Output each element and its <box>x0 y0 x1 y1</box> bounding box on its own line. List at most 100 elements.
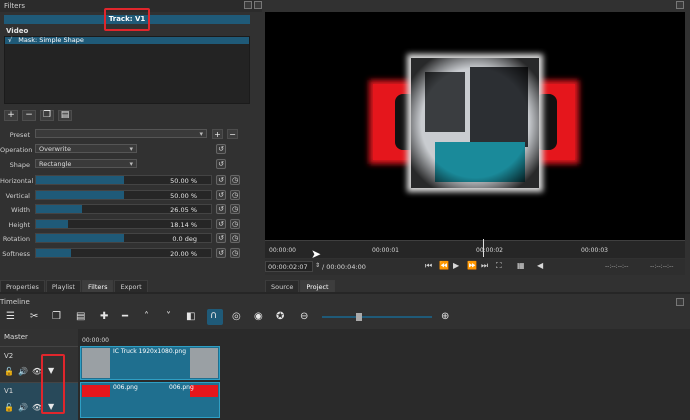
rewind-icon[interactable]: ⏪ <box>439 261 449 270</box>
snap-button[interactable]: ∩ <box>207 309 223 325</box>
menu-icon[interactable]: ☰ <box>6 311 15 322</box>
zoom-in-icon[interactable]: ⊕ <box>441 311 449 322</box>
remove-filter-button[interactable]: − <box>22 110 36 121</box>
ruler-tick-1: 00:00:01 <box>372 247 399 254</box>
track-header-v1[interactable]: V1 🔓 🔊 👁 ▼ <box>0 382 78 420</box>
param-row: Vertical 50.00 % ↺ ◷ <box>0 189 262 201</box>
reset-icon[interactable]: ↺ <box>216 204 226 214</box>
ripple-icon[interactable]: ◉ <box>254 311 263 322</box>
reset-icon[interactable]: ↺ <box>216 233 226 243</box>
reset-icon[interactable]: ↺ <box>216 218 226 229</box>
timeline-toolbar: ☰ ✂ ❐ ▤ ✚ ━ ˄ ˅ ◧ ∩ ◎ ◉ ✪ ⊖ ⊕ <box>0 307 690 327</box>
skip-start-icon[interactable]: ⏮ <box>425 261 432 271</box>
viewer-window-buttons <box>676 1 690 9</box>
track-header-v2[interactable]: V2 🔓 🔊 👁 ▼ <box>0 346 78 382</box>
reset-icon[interactable]: ↺ <box>216 159 226 169</box>
ruler-playhead[interactable] <box>483 239 484 257</box>
fast-forward-icon[interactable]: ⏩ <box>467 261 477 270</box>
ruler-tick-3: 00:00:03 <box>581 247 608 254</box>
paste-filter-button[interactable]: ▤ <box>58 110 72 121</box>
split-icon[interactable]: ◧ <box>186 311 195 322</box>
keyframe-icon[interactable]: ◷ <box>230 189 240 200</box>
param-row: Height 18.14 % ↺ ◷ <box>0 218 262 230</box>
param-slider[interactable]: 50.00 % <box>35 189 212 200</box>
mute-icon[interactable]: 🔊 <box>18 403 28 412</box>
grid-icon[interactable]: ▦ <box>517 261 525 270</box>
param-label: Height <box>8 220 31 229</box>
track-name-v2: V2 <box>4 352 14 360</box>
viewer-ruler[interactable]: 00:00:00 00:00:01 00:00:02 00:00:03 ➤ <box>265 239 685 261</box>
float-icon[interactable] <box>676 298 684 306</box>
filter-list[interactable]: √ Mask: Simple Shape <box>4 36 250 104</box>
param-row: Width 26.05 % ↺ ◷ <box>0 204 262 215</box>
save-preset-button[interactable]: + <box>212 129 223 139</box>
zoom-fit-icon[interactable]: ⛶ <box>496 261 502 271</box>
cut-icon[interactable]: ✂ <box>30 311 38 322</box>
append-icon[interactable]: ✚ <box>100 311 108 322</box>
timeline-time: 00:00:00 <box>82 337 109 344</box>
copy-filter-button[interactable]: ❐ <box>40 110 54 121</box>
float-icon[interactable] <box>676 1 684 9</box>
param-fill <box>36 190 124 199</box>
param-value: 20.00 % <box>170 249 197 258</box>
track-name-v1: V1 <box>4 387 14 395</box>
param-value: 26.05 % <box>170 206 197 214</box>
clip-v1[interactable]: 006.png 006.png <box>80 382 220 418</box>
mute-icon[interactable]: 🔊 <box>18 367 28 376</box>
paste-icon[interactable]: ▤ <box>76 311 85 322</box>
current-time-field[interactable]: 00:00:02:07 <box>265 261 313 272</box>
zoom-out-icon[interactable]: ⊖ <box>300 311 308 322</box>
time-stepper[interactable]: ⇕ <box>315 262 320 269</box>
zoom-slider[interactable] <box>322 316 432 318</box>
keyframe-icon[interactable]: ◷ <box>230 233 240 243</box>
filter-checkbox[interactable]: √ <box>8 36 12 44</box>
timeline-title: Timeline <box>0 298 30 306</box>
shape-dropdown[interactable]: Rectangle <box>35 159 137 168</box>
delete-preset-button[interactable]: − <box>227 129 238 139</box>
lift-icon[interactable]: ˄ <box>144 311 149 322</box>
param-slider[interactable]: 26.05 % <box>35 204 212 214</box>
track-headers: Master V2 🔓 🔊 👁 ▼ V1 🔓 🔊 👁 ▼ <box>0 329 78 420</box>
paste-icon: ▤ <box>60 110 70 120</box>
ripple-all-icon[interactable]: ✪ <box>276 311 284 322</box>
preset-row: Preset + − <box>0 129 262 141</box>
close-icon[interactable] <box>254 1 262 9</box>
preset-label: Preset <box>9 131 30 139</box>
remove-icon[interactable]: ━ <box>122 311 128 322</box>
filter-item-mask[interactable]: √ Mask: Simple Shape <box>5 37 249 44</box>
play-icon[interactable]: ▶ <box>453 261 459 270</box>
clip-v2[interactable]: IC Truck 1920x1080.png <box>80 346 220 380</box>
timeline-tracks[interactable]: 00:00:00 IC Truck 1920x1080.png 006.png … <box>78 329 690 420</box>
reset-icon[interactable]: ↺ <box>216 144 226 154</box>
reset-icon[interactable]: ↺ <box>216 189 226 200</box>
param-fill <box>36 219 68 228</box>
param-slider[interactable]: 20.00 % <box>35 247 212 258</box>
volume-icon[interactable]: ◀ <box>537 261 543 270</box>
lock-icon[interactable]: 🔓 <box>4 367 14 376</box>
zoom-slider-handle[interactable] <box>356 313 362 321</box>
video-viewer[interactable] <box>265 12 685 240</box>
keyframe-icon[interactable]: ◷ <box>230 175 240 185</box>
reset-icon[interactable]: ↺ <box>216 247 226 258</box>
lock-icon[interactable]: 🔓 <box>4 403 14 412</box>
param-slider[interactable]: 18.14 % <box>35 218 212 229</box>
reset-icon[interactable]: ↺ <box>216 175 226 185</box>
param-slider[interactable]: 0.0 deg <box>35 233 212 243</box>
keyframe-icon[interactable]: ◷ <box>230 204 240 214</box>
skip-end-icon[interactable]: ⏭ <box>481 261 488 271</box>
copy-icon[interactable]: ❐ <box>52 311 61 322</box>
operation-dropdown[interactable]: Overwrite <box>35 144 137 153</box>
scrub-icon[interactable]: ◎ <box>232 311 241 322</box>
overwrite-icon[interactable]: ˅ <box>166 311 171 322</box>
shape-row: Shape Rectangle ↺ <box>0 159 262 171</box>
keyframe-icon[interactable]: ◷ <box>230 218 240 229</box>
param-slider[interactable]: 50.00 % <box>35 175 212 185</box>
float-icon[interactable] <box>244 1 252 9</box>
param-label: Softness <box>2 249 30 258</box>
keyframe-icon[interactable]: ◷ <box>230 247 240 258</box>
splitter[interactable] <box>0 292 690 294</box>
add-filter-button[interactable]: + <box>4 110 18 121</box>
operation-row: Operation Overwrite ↺ <box>0 144 262 156</box>
preset-dropdown[interactable] <box>35 129 207 138</box>
param-value: 50.00 % <box>170 191 197 200</box>
